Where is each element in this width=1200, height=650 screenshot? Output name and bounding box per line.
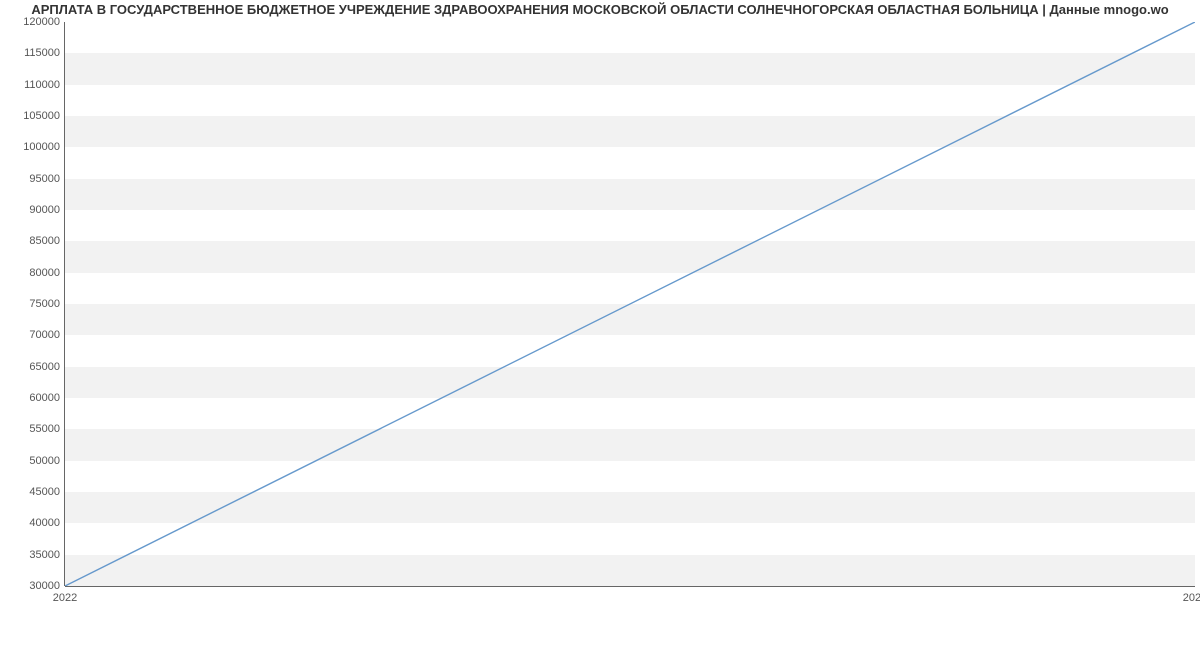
data-series-line	[65, 22, 1195, 586]
y-tick-label: 115000	[4, 47, 60, 59]
x-tick-label: 2024	[1183, 592, 1200, 604]
y-tick-label: 60000	[4, 392, 60, 404]
x-tick-label: 2022	[53, 592, 77, 604]
chart-title: АРПЛАТА В ГОСУДАРСТВЕННОЕ БЮДЖЕТНОЕ УЧРЕ…	[0, 2, 1200, 17]
y-tick-label: 110000	[4, 79, 60, 91]
plot-area	[65, 22, 1195, 586]
line-chart: АРПЛАТА В ГОСУДАРСТВЕННОЕ БЮДЖЕТНОЕ УЧРЕ…	[0, 0, 1200, 650]
y-tick-label: 30000	[4, 580, 60, 592]
y-tick-label: 50000	[4, 455, 60, 467]
y-tick-label: 55000	[4, 423, 60, 435]
y-tick-label: 40000	[4, 517, 60, 529]
y-tick-label: 95000	[4, 173, 60, 185]
y-tick-label: 70000	[4, 329, 60, 341]
y-tick-label: 90000	[4, 204, 60, 216]
y-tick-label: 105000	[4, 110, 60, 122]
y-tick-label: 35000	[4, 549, 60, 561]
x-axis-line	[65, 586, 1195, 587]
y-tick-label: 75000	[4, 298, 60, 310]
y-tick-label: 85000	[4, 235, 60, 247]
y-axis-line	[64, 22, 65, 586]
y-tick-label: 80000	[4, 267, 60, 279]
y-tick-label: 120000	[4, 16, 60, 28]
y-tick-label: 100000	[4, 141, 60, 153]
y-tick-label: 65000	[4, 361, 60, 373]
y-tick-label: 45000	[4, 486, 60, 498]
